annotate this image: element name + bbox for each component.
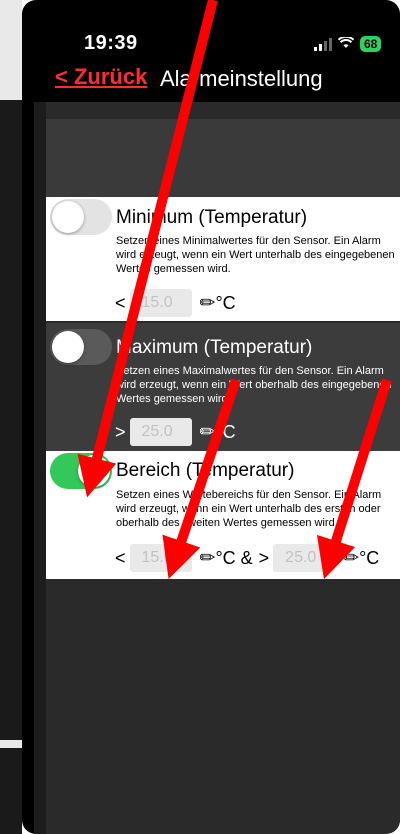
range-unit-low: °C & xyxy=(215,547,253,568)
pencil-icon[interactable]: ✏ xyxy=(200,421,216,444)
minimum-operator: < xyxy=(115,292,126,313)
pencil-icon[interactable]: ✏ xyxy=(343,547,359,570)
background-app-top xyxy=(0,0,22,100)
maximum-value-line: > 25.0 ✏ °C xyxy=(115,418,236,446)
maximum-operator: > xyxy=(115,421,126,442)
range-unit-high: °C xyxy=(359,547,380,568)
background-app-strip xyxy=(0,0,22,834)
status-bar: 19:39 68 xyxy=(22,32,400,58)
range-low-value-input[interactable]: 15.0 xyxy=(129,544,192,572)
maximum-unit: °C xyxy=(215,421,236,442)
phone-screen: 19:39 68 < Zurück Alarmeinstellung Minim… xyxy=(22,0,400,834)
section-header-spacer xyxy=(46,119,400,197)
back-button[interactable]: < Zurück xyxy=(55,64,147,90)
toggle-knob xyxy=(52,331,84,363)
range-title: Bereich (Temperatur) xyxy=(116,460,295,481)
background-app-band xyxy=(0,740,22,748)
page-title: Alarmeinstellung xyxy=(160,66,323,91)
navigation-bar: < Zurück Alarmeinstellung xyxy=(22,58,400,98)
maximum-toggle[interactable] xyxy=(50,329,112,365)
toggle-knob xyxy=(78,455,110,487)
maximum-description: Setzen eines Maximalwertes für den Senso… xyxy=(116,365,392,405)
battery-icon: 68 xyxy=(360,36,382,52)
range-description: Setzen eines Wertebereichs für den Senso… xyxy=(116,489,382,529)
alarm-row-range: Bereich (Temperatur) Setzen eines Werteb… xyxy=(46,451,400,579)
range-toggle[interactable] xyxy=(50,453,112,489)
range-high-value-input[interactable]: 25.0 xyxy=(273,544,336,572)
maximum-title: Maximum (Temperatur) xyxy=(116,337,313,358)
minimum-unit: °C xyxy=(215,292,236,313)
alarm-settings-list: Minimum (Temperatur) Setzen eines Minima… xyxy=(34,102,400,834)
minimum-toggle[interactable] xyxy=(50,199,112,235)
range-operator-low: < xyxy=(115,547,126,568)
range-value-line: < 15.0 ✏ °C & > 25.0 ✏ °C xyxy=(115,544,379,572)
minimum-description: Setzen eines Minimalwertes für den Senso… xyxy=(116,235,395,275)
alarm-row-maximum: Maximum (Temperatur) Setzen eines Maxima… xyxy=(46,323,400,451)
status-time: 19:39 xyxy=(84,32,138,54)
minimum-value-line: < 15.0 ✏ °C xyxy=(115,289,236,317)
pencil-icon[interactable]: ✏ xyxy=(200,547,216,570)
minimum-title: Minimum (Temperatur) xyxy=(116,207,308,228)
content-side-strip xyxy=(34,102,46,834)
wifi-icon xyxy=(337,35,355,52)
toggle-knob xyxy=(52,201,84,233)
signal-icon xyxy=(314,37,332,51)
alarm-row-minimum: Minimum (Temperatur) Setzen eines Minima… xyxy=(46,197,400,321)
pencil-icon[interactable]: ✏ xyxy=(200,292,216,315)
range-operator-high: > xyxy=(258,547,270,568)
status-icons: 68 xyxy=(314,35,382,52)
maximum-value-input[interactable]: 25.0 xyxy=(129,418,192,446)
minimum-value-input[interactable]: 15.0 xyxy=(129,289,192,317)
